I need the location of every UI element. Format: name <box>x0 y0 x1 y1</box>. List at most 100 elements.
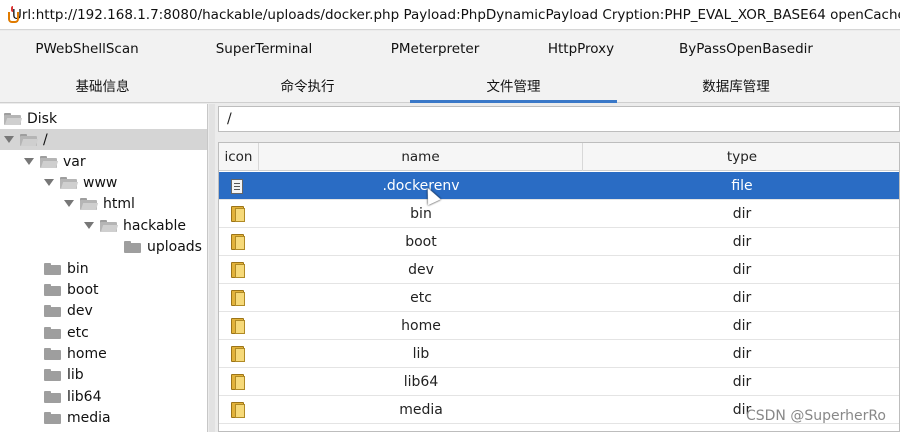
file-type: dir <box>732 290 752 306</box>
folder-open-icon <box>20 133 39 146</box>
folder-open-icon <box>60 176 79 189</box>
file-name: etc <box>410 290 432 306</box>
file-type: dir <box>732 374 752 390</box>
tree-node-label: dev <box>67 302 93 319</box>
table-row[interactable]: boot dir <box>219 228 899 256</box>
watermark: CSDN @SuperherRo <box>745 408 886 424</box>
tree-node-html[interactable]: html <box>64 193 135 214</box>
column-header-type[interactable]: type <box>583 143 899 171</box>
path-input[interactable]: / <box>218 106 900 132</box>
folder-icon <box>44 326 61 339</box>
folder-icon <box>124 240 141 253</box>
tree-node-label: boot <box>67 281 99 298</box>
tree-node-root[interactable]: / <box>0 129 207 150</box>
column-header-icon[interactable]: icon <box>219 143 259 171</box>
file-type: dir <box>732 234 752 250</box>
folder-icon <box>44 368 61 381</box>
expand-arrow-icon[interactable] <box>64 193 74 214</box>
tab-file-manager[interactable]: 文件管理 <box>410 67 617 103</box>
tab-pmeterpreter[interactable]: PMeterpreter <box>354 31 516 67</box>
expand-arrow-icon[interactable] <box>24 151 34 172</box>
folder-icon <box>231 262 245 278</box>
folder-icon <box>231 234 245 250</box>
tree-node-label: home <box>67 345 107 362</box>
tab-command-exec[interactable]: 命令执行 <box>205 67 410 103</box>
tree-node-label: var <box>63 153 86 170</box>
tree-node-label: lib <box>67 366 84 383</box>
folder-icon <box>231 374 245 390</box>
folder-icon <box>44 283 61 296</box>
file-type: dir <box>732 346 752 362</box>
tree-node-media[interactable]: media <box>44 407 111 428</box>
folder-icon <box>44 347 61 360</box>
table-row[interactable]: home dir <box>219 312 899 340</box>
folder-open-icon <box>40 155 59 168</box>
tree-node-etc[interactable]: etc <box>44 322 89 343</box>
folder-icon <box>231 206 245 222</box>
file-icon <box>231 178 243 194</box>
tab-database-manager[interactable]: 数据库管理 <box>617 67 855 103</box>
folder-open-icon <box>100 219 119 232</box>
file-name: lib64 <box>403 374 439 390</box>
table-header: icon name type <box>219 143 899 171</box>
tree-node-hackable[interactable]: hackable <box>84 215 186 236</box>
expand-arrow-icon[interactable] <box>84 215 94 236</box>
tree-node-uploads[interactable]: uploads <box>124 236 202 257</box>
tree-node-www[interactable]: www <box>44 172 117 193</box>
folder-icon <box>44 390 61 403</box>
tree-node-bin[interactable]: bin <box>44 258 89 279</box>
file-type: dir <box>732 262 752 278</box>
tree-node-home[interactable]: home <box>44 343 107 364</box>
tree-node-lib[interactable]: lib <box>44 364 84 385</box>
file-name: media <box>399 402 443 418</box>
tree-node-label: media <box>67 409 111 426</box>
tree-node-dev[interactable]: dev <box>44 300 93 321</box>
tab-superterminal[interactable]: SuperTerminal <box>174 31 354 67</box>
folder-icon <box>44 411 61 424</box>
tab-basic-info[interactable]: 基础信息 <box>0 67 205 103</box>
file-type: file <box>731 178 753 194</box>
tree-node-lib64[interactable]: lib64 <box>44 386 101 407</box>
directory-tree: Disk / var www html hackable uploads bin… <box>0 104 208 432</box>
tree-node-label: etc <box>67 324 89 341</box>
expand-arrow-icon[interactable] <box>4 129 14 150</box>
tab-httpproxy[interactable]: HttpProxy <box>516 31 646 67</box>
path-input-value: / <box>227 111 232 127</box>
folder-icon <box>44 262 61 275</box>
tree-node-label: www <box>83 174 118 191</box>
tree-scrollbar[interactable] <box>209 104 215 432</box>
table-row[interactable]: lib dir <box>219 340 899 368</box>
file-name: dev <box>408 262 434 278</box>
column-header-name[interactable]: name <box>259 143 583 171</box>
disk-folder-icon <box>4 112 23 125</box>
folder-icon <box>231 290 245 306</box>
table-row[interactable]: etc dir <box>219 284 899 312</box>
file-type: dir <box>732 318 752 334</box>
table-row[interactable]: lib64 dir <box>219 368 899 396</box>
file-name: boot <box>405 234 437 250</box>
expand-arrow-icon[interactable] <box>44 172 54 193</box>
file-name: home <box>401 318 441 334</box>
title-bar: Url:http://192.168.1.7:8080/hackable/upl… <box>0 0 900 30</box>
tree-node-disk[interactable]: Disk <box>4 108 57 129</box>
tree-node-label: html <box>103 195 135 212</box>
tab-pwebshellscan[interactable]: PWebShellScan <box>0 31 174 67</box>
tree-node-label: hackable <box>123 217 186 234</box>
file-name: lib <box>412 346 430 362</box>
file-type: dir <box>732 206 752 222</box>
tree-node-boot[interactable]: boot <box>44 279 99 300</box>
tab-bypassopenbasedir[interactable]: ByPassOpenBasedir <box>646 31 846 67</box>
folder-icon <box>231 346 245 362</box>
table-row[interactable]: dev dir <box>219 256 899 284</box>
file-name: bin <box>410 206 432 222</box>
folder-icon <box>231 402 245 418</box>
tree-node-label: lib64 <box>67 388 102 405</box>
tree-node-label: Disk <box>27 110 58 127</box>
table-row[interactable]: .dockerenv file <box>219 172 899 200</box>
tree-node-var[interactable]: var <box>24 151 86 172</box>
main-tab-bar: 基础信息 命令执行 文件管理 数据库管理 <box>0 67 900 103</box>
plugin-tab-bar: PWebShellScan SuperTerminal PMeterpreter… <box>0 31 900 67</box>
table-row[interactable]: bin dir <box>219 200 899 228</box>
tree-node-label: bin <box>67 260 89 277</box>
folder-icon <box>44 304 61 317</box>
